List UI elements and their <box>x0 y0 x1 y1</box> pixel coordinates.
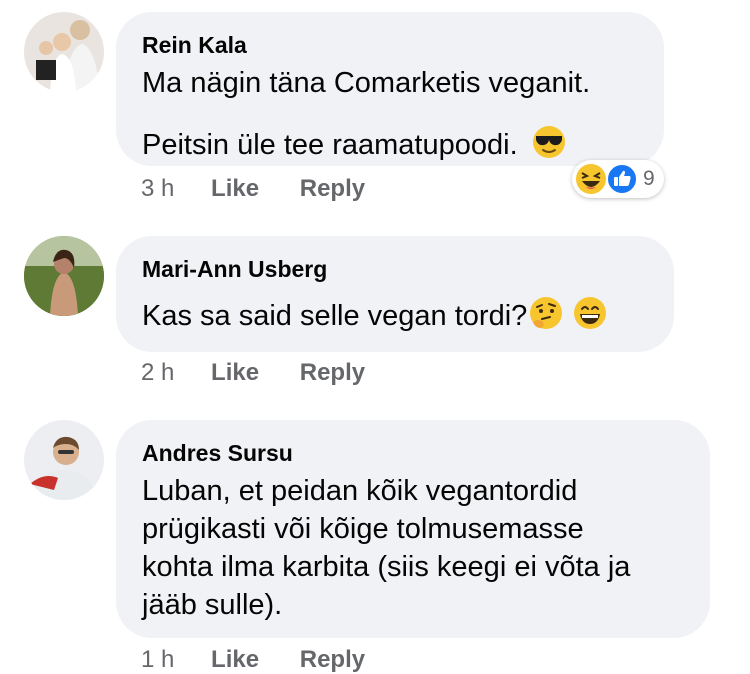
comment-author[interactable]: Andres Sursu <box>142 440 293 467</box>
thinking-emoji-icon <box>529 296 563 340</box>
comment-text-line: prügikasti või kõige tolmusemasse <box>142 513 584 545</box>
grinning-emoji-icon <box>573 296 607 340</box>
comment-bubble: Andres Sursu Luban, et peidan kõik vegan… <box>116 420 710 638</box>
comment-text-line: Peitsin üle tee raamatupoodi. <box>142 125 566 169</box>
avatar[interactable] <box>24 12 104 92</box>
sunglasses-emoji-icon <box>532 125 566 169</box>
comment-bubble: Mari-Ann Usberg Kas sa said selle vegan … <box>116 236 674 352</box>
reply-button[interactable]: Reply <box>300 646 365 674</box>
reaction-count: 9 <box>643 167 655 190</box>
comment-text: Peitsin üle tee raamatupoodi. <box>142 129 518 161</box>
like-button[interactable]: Like <box>211 646 259 674</box>
comment-bubble: Rein Kala Ma nägin täna Comarketis vegan… <box>116 12 664 166</box>
reply-button[interactable]: Reply <box>300 359 365 387</box>
comment-text: Kas sa said selle vegan tordi? <box>142 300 528 332</box>
comment-text-line: jääb sulle). <box>142 589 283 621</box>
comment-timestamp[interactable]: 2 h <box>141 359 174 387</box>
thumbs-up-icon <box>606 163 638 200</box>
comment-timestamp[interactable]: 1 h <box>141 646 174 674</box>
comment-author[interactable]: Rein Kala <box>142 32 247 59</box>
like-button[interactable]: Like <box>211 359 259 387</box>
avatar[interactable] <box>24 236 104 316</box>
comment-text-line: Ma nägin täna Comarketis veganit. <box>142 67 591 99</box>
reply-button[interactable]: Reply <box>300 175 365 203</box>
comment-author[interactable]: Mari-Ann Usberg <box>142 256 327 283</box>
comment-actions: 2 h Like Reply <box>141 359 365 387</box>
comment-actions: 3 h Like Reply <box>141 175 365 203</box>
comment-timestamp[interactable]: 3 h <box>141 175 174 203</box>
comment-text-line: Kas sa said selle vegan tordi? <box>142 296 607 340</box>
comment-text-line: kohta ilma karbita (siis keegi ei võta j… <box>142 551 631 583</box>
laughing-emoji-icon <box>575 163 607 200</box>
comment-text-line: Luban, et peidan kõik vegantordid <box>142 475 578 507</box>
reaction-summary[interactable]: 9 <box>572 160 664 198</box>
avatar[interactable] <box>24 420 104 500</box>
like-button[interactable]: Like <box>211 175 259 203</box>
comment-actions: 1 h Like Reply <box>141 646 365 674</box>
